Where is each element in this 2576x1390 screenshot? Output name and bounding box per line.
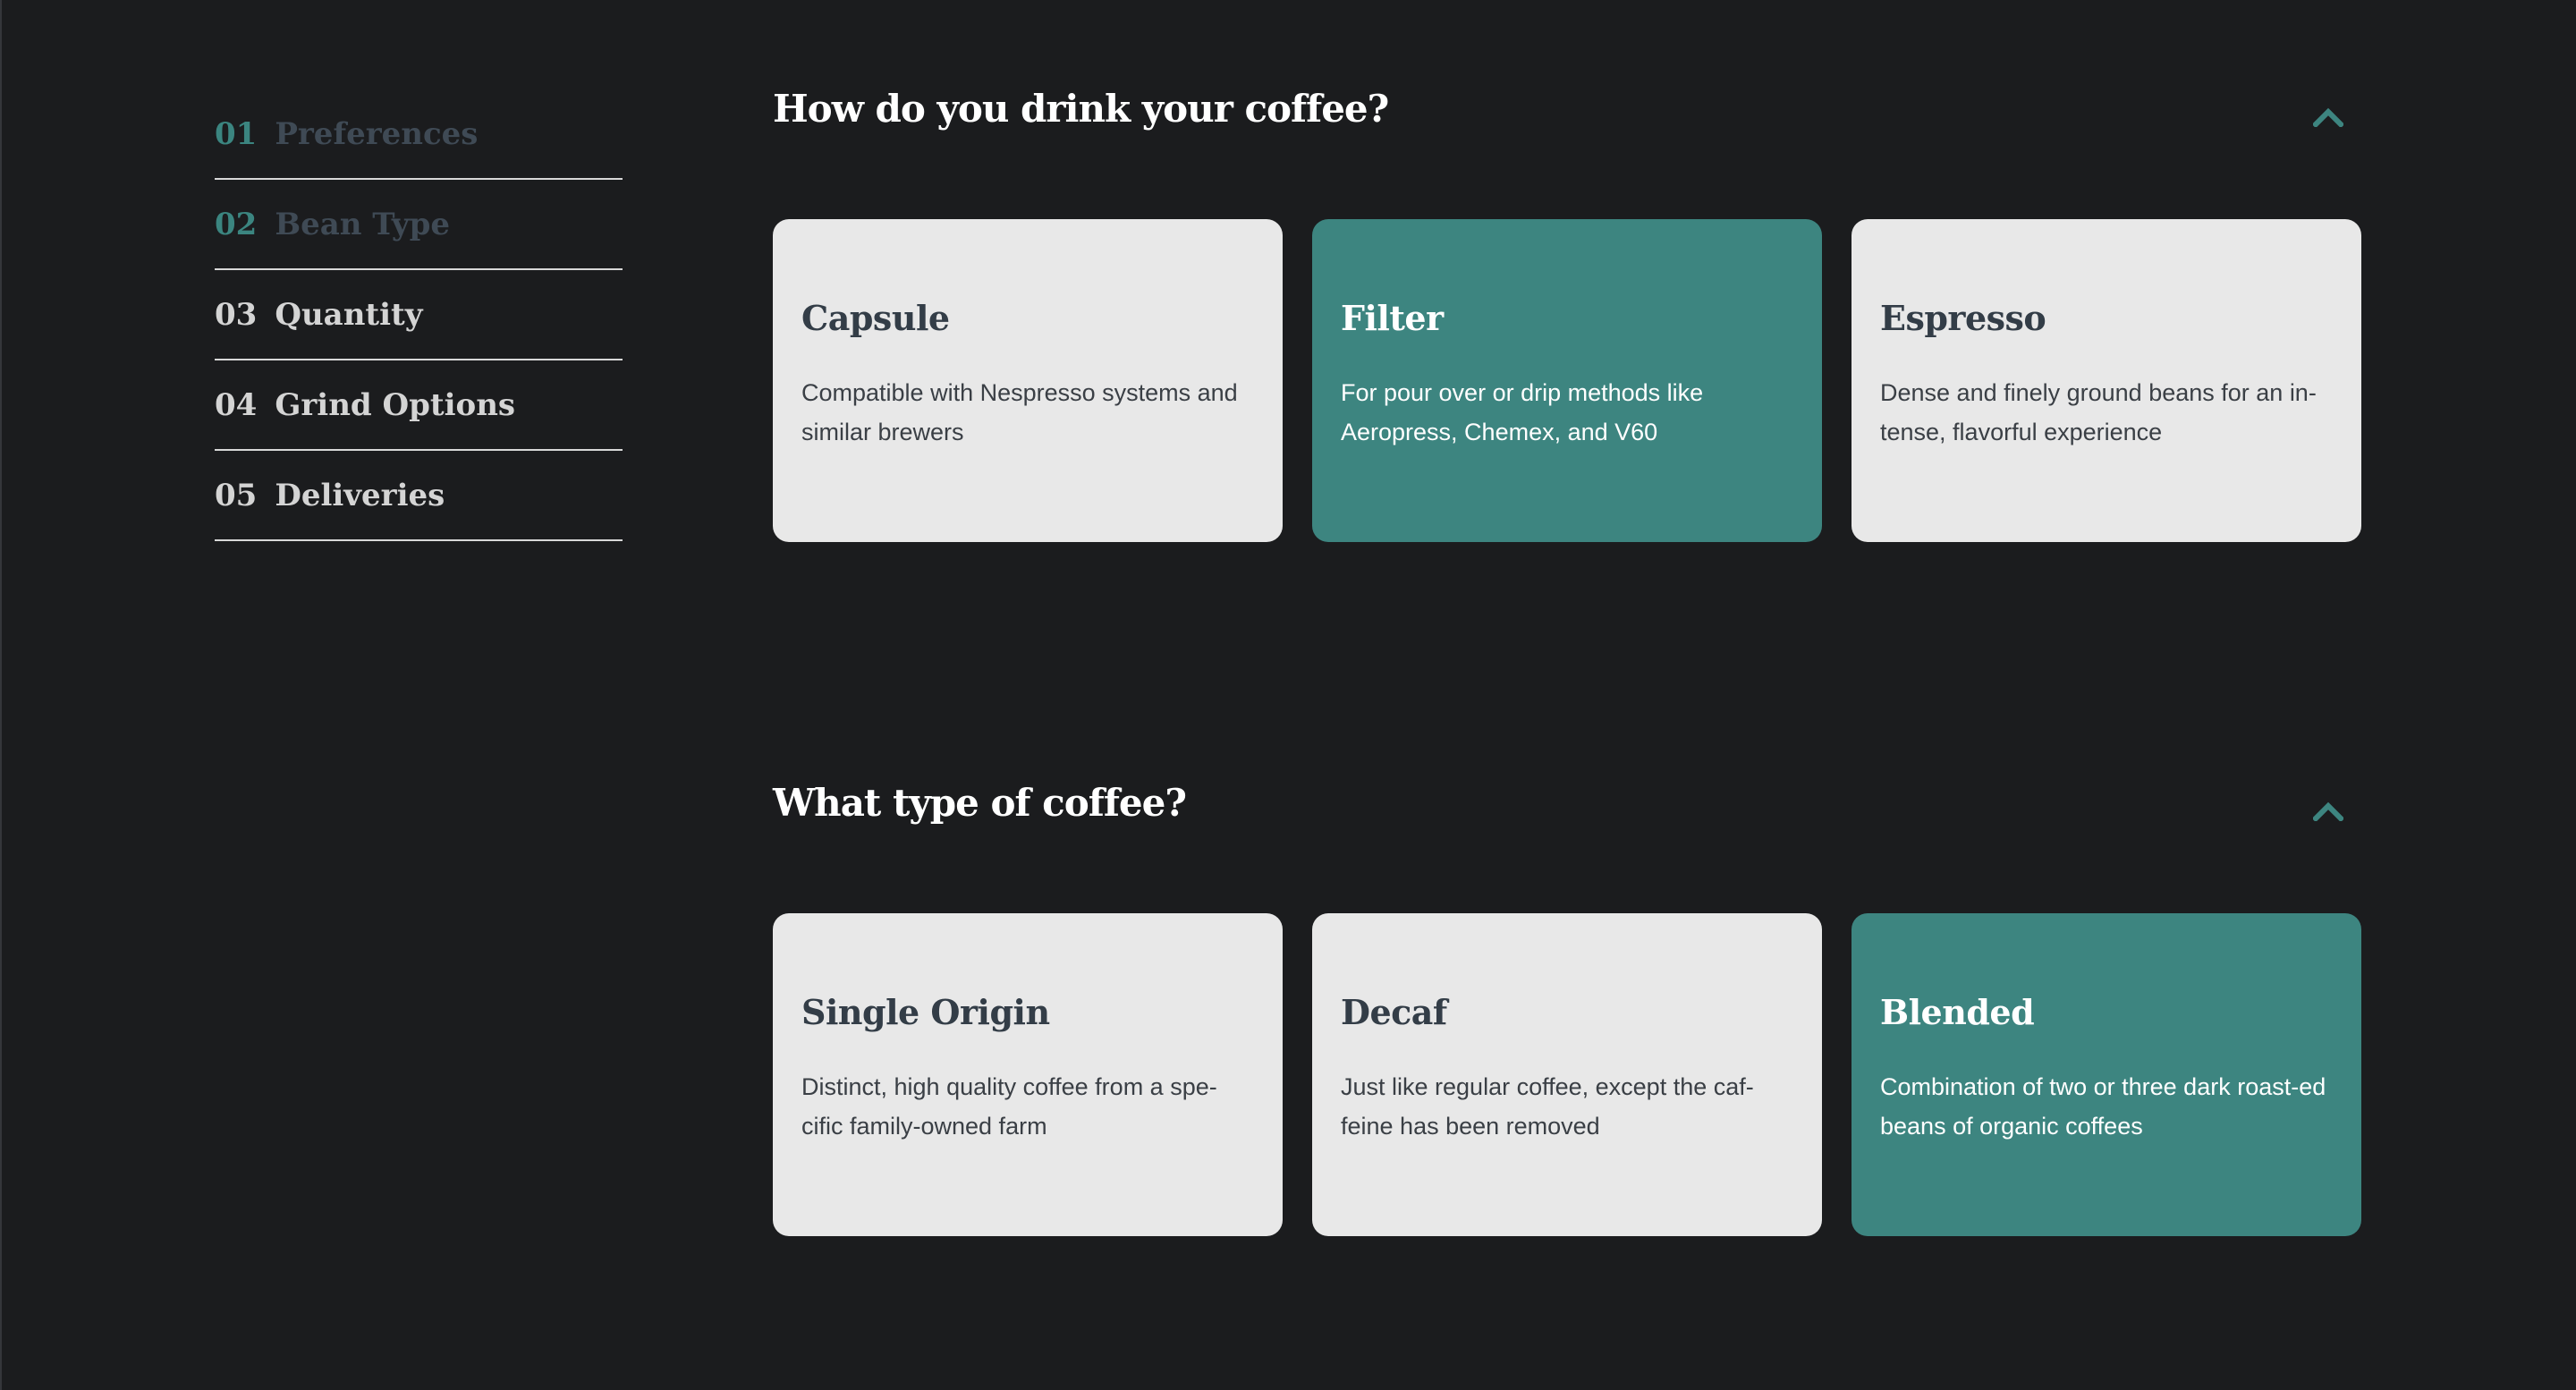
- option-description: Compatible with Nespresso systems and si…: [801, 379, 1238, 445]
- section-title: How do you drink your coffee?: [773, 87, 1389, 131]
- option-card-capsule[interactable]: Capsule Compatible with Nespresso system…: [773, 219, 1283, 542]
- option-card-decaf[interactable]: Decaf Just like regular coffee, except t…: [1312, 913, 1822, 1236]
- option-cards: Single Origin Distinct, high quality cof…: [773, 913, 2361, 1236]
- option-title: Espresso: [1880, 298, 2046, 338]
- step-label: Grind Options: [275, 386, 516, 423]
- step-sidebar: 01 Preferences 02 Bean Type 03 Quantity …: [215, 89, 623, 541]
- step-preferences[interactable]: 01 Preferences: [215, 89, 623, 180]
- option-cards: Capsule Compatible with Nespresso system…: [773, 219, 2361, 542]
- option-title: Filter: [1341, 298, 1444, 338]
- section-header[interactable]: What type of coffee?: [773, 776, 2361, 830]
- section-title: What type of coffee?: [773, 781, 1187, 825]
- chevron-up-icon[interactable]: [2313, 107, 2343, 127]
- chevron-up-icon[interactable]: [2313, 801, 2343, 821]
- coffee-type-section: What type of coffee? Single Origin Disti…: [773, 776, 2361, 1236]
- option-title: Single Origin: [801, 992, 1050, 1032]
- step-number: 05: [215, 477, 258, 513]
- option-card-filter[interactable]: Filter For pour over or drip methods lik…: [1312, 219, 1822, 542]
- window-edge: [0, 0, 2, 1390]
- option-description: Distinct, high quality coffee from a spe…: [801, 1073, 1217, 1140]
- step-quantity[interactable]: 03 Quantity: [215, 270, 623, 360]
- step-number: 03: [215, 296, 258, 333]
- option-title: Capsule: [801, 298, 950, 338]
- option-card-blended[interactable]: Blended Combination of two or three dark…: [1852, 913, 2361, 1236]
- step-number: 02: [215, 206, 258, 242]
- step-grind-options[interactable]: 04 Grind Options: [215, 360, 623, 451]
- section-header[interactable]: How do you drink your coffee?: [773, 82, 2361, 136]
- option-description: For pour over or drip methods like Aerop…: [1341, 379, 1704, 445]
- drink-method-section: How do you drink your coffee? Capsule Co…: [773, 82, 2361, 542]
- option-description: Combination of two or three dark roast-e…: [1880, 1073, 2326, 1140]
- option-description: Just like regular coffee, except the caf…: [1341, 1073, 1754, 1140]
- option-description: Dense and finely ground beans for an in-…: [1880, 379, 2317, 445]
- step-number: 04: [215, 386, 258, 423]
- option-card-espresso[interactable]: Espresso Dense and finely ground beans f…: [1852, 219, 2361, 542]
- step-bean-type[interactable]: 02 Bean Type: [215, 180, 623, 270]
- step-label: Bean Type: [275, 206, 451, 242]
- option-title: Decaf: [1341, 992, 1447, 1032]
- step-label: Preferences: [275, 115, 479, 152]
- step-number: 01: [215, 115, 258, 152]
- step-label: Deliveries: [275, 477, 445, 513]
- step-deliveries[interactable]: 05 Deliveries: [215, 451, 623, 541]
- step-label: Quantity: [275, 296, 423, 333]
- option-card-single-origin[interactable]: Single Origin Distinct, high quality cof…: [773, 913, 1283, 1236]
- option-title: Blended: [1880, 992, 2035, 1032]
